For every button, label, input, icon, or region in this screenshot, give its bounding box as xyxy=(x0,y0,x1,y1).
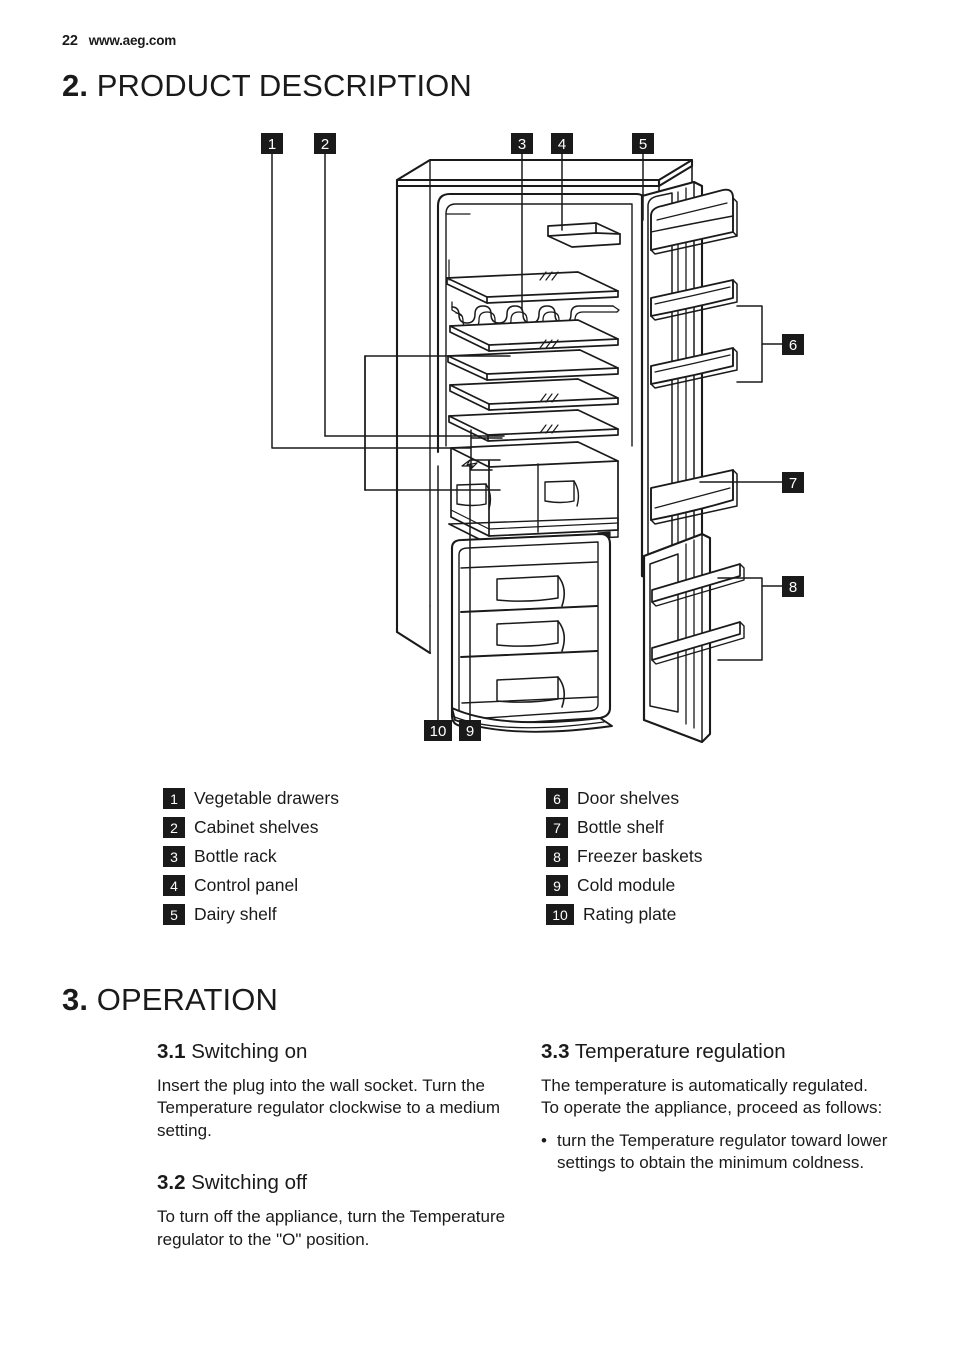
section-3-3-bullet-list: • turn the Temperature regulator toward … xyxy=(541,1130,891,1175)
section-heading-3-3: 3.3 Temperature regulation xyxy=(541,1040,891,1064)
manual-page: 22 www.aeg.com 2. PRODUCT DESCRIPTION 1 … xyxy=(0,0,954,1352)
product-diagram: 1 2 3 4 5 6 7 8 9 10 xyxy=(0,120,954,760)
legend-item-2: 2 Cabinet shelves xyxy=(163,813,339,842)
legend-column-left: 1 Vegetable drawers 2 Cabinet shelves 3 … xyxy=(163,784,339,929)
legend-label-9: Cold module xyxy=(577,874,676,895)
svg-text:10: 10 xyxy=(430,723,447,740)
legend-badge-2: 2 xyxy=(163,817,185,838)
legend-label-3: Bottle rack xyxy=(194,845,277,866)
section-heading-3-1: 3.1 Switching on xyxy=(157,1040,507,1064)
svg-text:4: 4 xyxy=(558,136,566,153)
section-body-3-1: Insert the plug into the wall socket. Tu… xyxy=(157,1075,500,1140)
legend-label-10: Rating plate xyxy=(583,903,677,924)
legend-item-9: 9 Cold module xyxy=(546,871,702,900)
chapter-title: PRODUCT DESCRIPTION xyxy=(96,68,472,103)
legend-badge-4: 4 xyxy=(163,875,185,896)
diagram-callout-6: 6 xyxy=(782,334,804,355)
chapter-heading-operation: 3. OPERATION xyxy=(62,982,278,1018)
diagram-callout-8: 8 xyxy=(782,576,804,597)
legend-item-10: 10 Rating plate xyxy=(546,900,702,929)
fridge-freezer-illustration: 1 2 3 4 5 6 7 8 9 10 xyxy=(261,133,804,744)
legend-item-8: 8 Freezer baskets xyxy=(546,842,702,871)
legend-label-5: Dairy shelf xyxy=(194,903,277,924)
bullet-text: turn the Temperature regulator toward lo… xyxy=(557,1130,888,1173)
list-item: • turn the Temperature regulator toward … xyxy=(541,1130,891,1175)
section-body-3-3-b: To operate the appliance, proceed as fol… xyxy=(541,1098,883,1118)
section-number-3-2: 3.2 xyxy=(157,1171,186,1195)
legend-item-4: 4 Control panel xyxy=(163,871,339,900)
diagram-callout-3: 3 xyxy=(511,133,533,154)
diagram-callout-9: 9 xyxy=(459,720,481,741)
legend-label-6: Door shelves xyxy=(577,787,680,808)
svg-text:5: 5 xyxy=(639,136,647,153)
chapter-title: OPERATION xyxy=(96,982,278,1017)
svg-text:1: 1 xyxy=(268,136,276,153)
diagram-callout-7: 7 xyxy=(782,472,804,493)
operation-column-left: 3.1 Switching on Insert the plug into th… xyxy=(157,1040,507,1251)
section-title-3-1: Switching on xyxy=(191,1040,308,1063)
legend-badge-3: 3 xyxy=(163,846,185,867)
svg-text:3: 3 xyxy=(518,136,526,153)
section-title-3-3: Temperature regulation xyxy=(574,1040,786,1063)
legend-label-8: Freezer baskets xyxy=(577,845,703,866)
legend-item-1: 1 Vegetable drawers xyxy=(163,784,339,813)
running-header: 22 www.aeg.com xyxy=(62,33,176,49)
section-title-3-2: Switching off xyxy=(191,1171,308,1195)
diagram-callout-1: 1 xyxy=(261,133,283,154)
chapter-number: 2. xyxy=(62,68,89,103)
section-body-3-2: To turn off the appliance, turn the Temp… xyxy=(157,1206,506,1249)
legend-item-6: 6 Door shelves xyxy=(546,784,702,813)
diagram-callout-2: 2 xyxy=(314,133,336,154)
chapter-heading-product-description: 2. PRODUCT DESCRIPTION xyxy=(62,68,472,104)
legend-label-2: Cabinet shelves xyxy=(194,816,319,837)
svg-text:8: 8 xyxy=(789,579,797,596)
section-body-3-3-a: The temperature is automatically regulat… xyxy=(541,1075,868,1095)
legend-badge-6: 6 xyxy=(546,788,568,809)
legend-label-4: Control panel xyxy=(194,874,299,895)
svg-text:7: 7 xyxy=(789,475,797,492)
legend-badge-1: 1 xyxy=(163,788,185,809)
operation-column-right: 3.3 Temperature regulation The temperatu… xyxy=(541,1040,891,1175)
legend-item-7: 7 Bottle shelf xyxy=(546,813,702,842)
legend-badge-5: 5 xyxy=(163,904,185,925)
page-number: 22 xyxy=(62,33,78,49)
svg-text:6: 6 xyxy=(789,337,797,354)
section-number-3-1: 3.1 xyxy=(157,1040,186,1063)
legend-badge-10: 10 xyxy=(546,904,574,925)
legend-badge-8: 8 xyxy=(546,846,568,867)
chapter-number: 3. xyxy=(62,982,89,1017)
legend-item-5: 5 Dairy shelf xyxy=(163,900,339,929)
diagram-callout-4: 4 xyxy=(551,133,573,154)
legend-label-1: Vegetable drawers xyxy=(194,787,339,808)
bullet-marker-icon: • xyxy=(541,1130,547,1150)
svg-text:9: 9 xyxy=(466,723,474,740)
diagram-callout-10: 10 xyxy=(424,720,452,741)
legend-item-3: 3 Bottle rack xyxy=(163,842,339,871)
section-number-3-3: 3.3 xyxy=(541,1040,570,1063)
section-heading-3-2: 3.2 Switching off xyxy=(157,1171,507,1195)
legend-badge-7: 7 xyxy=(546,817,568,838)
legend-column-right: 6 Door shelves 7 Bottle shelf 8 Freezer … xyxy=(546,784,702,929)
svg-text:2: 2 xyxy=(321,136,329,153)
diagram-callout-5: 5 xyxy=(632,133,654,154)
legend-badge-9: 9 xyxy=(546,875,568,896)
legend-label-7: Bottle shelf xyxy=(577,816,664,837)
website-url: www.aeg.com xyxy=(88,33,177,48)
